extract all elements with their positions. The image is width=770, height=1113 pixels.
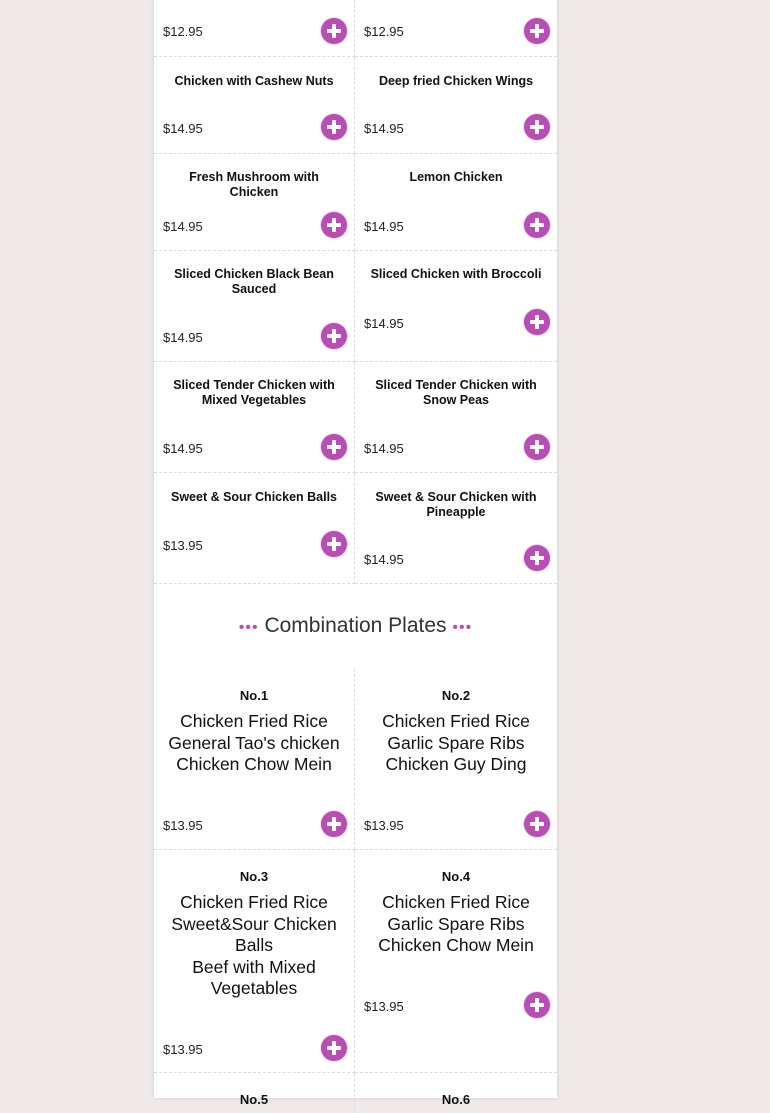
item-price: $14.95 [364,441,404,456]
item-price: $14.95 [364,552,404,567]
menu-item: Fresh Mushroom with Chicken $14.95 [154,154,355,251]
menu-item: Lemon Chicken $14.95 [355,154,557,251]
combo-line: General Tao's chicken [168,732,340,753]
combo-line: Chicken Fried Rice [180,892,328,912]
combo-number: No.5 [239,1092,269,1107]
combo-line: Garlic Spare Ribs [387,732,525,753]
item-name: Sweet & Sour Chicken Balls [170,490,338,504]
item-price: $14.95 [163,121,203,136]
combo-description: Chicken Fried Rice Garlic Spare Ribs Chi… [363,892,549,957]
menu-item: Deep fried Chicken Wings $14.95 [355,57,557,154]
combo-item: No.4 Chicken Fried Rice Garlic Spare Rib… [355,850,557,1073]
menu-item: Sliced Chicken with Broccoli $14.95 [355,251,557,362]
combo-number: No.2 [441,688,471,703]
combo-description: Chicken Fried Rice General Tao's chicken… [162,711,346,776]
menu-panel: $12.95 $12.95 Chicken with Cashew Nuts $… [154,0,557,1113]
combo-price: $13.95 [163,1042,203,1057]
menu-item: $12.95 [154,0,355,57]
menu-item: $12.95 [355,0,557,57]
add-combo-plus-icon[interactable] [524,992,550,1018]
item-price: $13.95 [163,538,203,553]
combo-number: No.6 [441,1092,471,1107]
combo-line: Beef with Mixed Vegetables [192,956,316,999]
combo-line: Garlic Spare Ribs [387,913,525,934]
item-price: $14.95 [163,219,203,234]
menu-item: Sliced Tender Chicken with Snow Peas $14… [355,362,557,473]
add-item-plus-icon[interactable] [524,434,550,460]
combo-line: Sweet&Sour Chicken Balls [171,913,337,956]
combination-plates-heading: ••• Combination Plates ••• [154,614,557,638]
item-name: Lemon Chicken [409,170,503,184]
menu-item: Sliced Tender Chicken with Mixed Vegetab… [154,362,355,473]
combo-item: No.6 [355,1073,557,1113]
combo-line: Chicken Fried Rice [180,711,328,731]
item-price: $12.95 [163,24,203,39]
item-name: Sweet & Sour Chicken with Pineapple [375,490,537,519]
add-item-plus-icon[interactable] [321,323,347,349]
combo-item: No.3 Chicken Fried Rice Sweet&Sour Chick… [154,850,355,1073]
add-combo-plus-icon[interactable] [321,1035,347,1061]
menu-item: Sweet & Sour Chicken with Pineapple $14.… [355,473,557,584]
combo-line: Chicken Fried Rice [382,892,530,912]
add-item-plus-icon[interactable] [524,114,550,140]
add-item-plus-icon[interactable] [524,212,550,238]
combo-grid: No.1 Chicken Fried Rice General Tao's ch… [154,669,557,1113]
add-item-plus-icon[interactable] [524,309,550,335]
combo-line: Chicken Guy Ding [385,754,527,775]
combo-price: $13.95 [364,999,404,1014]
combo-description: Chicken Fried Rice Garlic Spare Ribs Chi… [363,711,549,776]
combo-item: No.1 Chicken Fried Rice General Tao's ch… [154,669,355,850]
item-name: Sliced Chicken Black Bean Sauced [174,267,334,296]
item-price: $12.95 [364,24,404,39]
menu-item: Sliced Chicken Black Bean Sauced $14.95 [154,251,355,362]
item-name: Sliced Tender Chicken with Snow Peas [375,378,537,407]
combo-number: No.1 [239,688,269,703]
item-name: Sliced Chicken with Broccoli [370,267,542,281]
add-combo-plus-icon[interactable] [524,811,550,837]
add-item-plus-icon[interactable] [321,18,347,44]
add-item-plus-icon[interactable] [321,114,347,140]
combo-number: No.4 [441,869,471,884]
menu-items-grid: $12.95 $12.95 Chicken with Cashew Nuts $… [154,0,557,584]
section-title: Combination Plates [264,614,447,637]
combo-line: Chicken Fried Rice [382,711,530,731]
add-item-plus-icon[interactable] [524,545,550,571]
item-name: Fresh Mushroom with Chicken [189,170,319,199]
item-name: Chicken with Cashew Nuts [174,74,334,88]
item-price: $14.95 [364,316,404,331]
combo-line: Chicken Chow Mein [176,754,332,775]
dots-decoration-right: ••• [452,619,473,636]
menu-item: Sweet & Sour Chicken Balls $13.95 [154,473,355,584]
item-price: $14.95 [364,219,404,234]
add-item-plus-icon[interactable] [524,18,550,44]
combo-item: No.2 Chicken Fried Rice Garlic Spare Rib… [355,669,557,850]
add-combo-plus-icon[interactable] [321,811,347,837]
combo-price: $13.95 [163,818,203,833]
combo-price: $13.95 [364,818,404,833]
combo-item: No.5 [154,1073,355,1113]
menu-item: Chicken with Cashew Nuts $14.95 [154,57,355,154]
add-item-plus-icon[interactable] [321,531,347,557]
combo-number: No.3 [239,869,269,884]
item-price: $14.95 [163,441,203,456]
item-price: $14.95 [364,121,404,136]
item-name: Deep fried Chicken Wings [378,74,534,88]
item-price: $14.95 [163,330,203,345]
dots-decoration-left: ••• [238,619,259,636]
combo-line: Chicken Chow Mein [378,935,534,956]
combo-description: Chicken Fried Rice Sweet&Sour Chicken Ba… [162,892,346,1000]
item-name: Sliced Tender Chicken with Mixed Vegetab… [173,378,335,407]
add-item-plus-icon[interactable] [321,212,347,238]
add-item-plus-icon[interactable] [321,434,347,460]
